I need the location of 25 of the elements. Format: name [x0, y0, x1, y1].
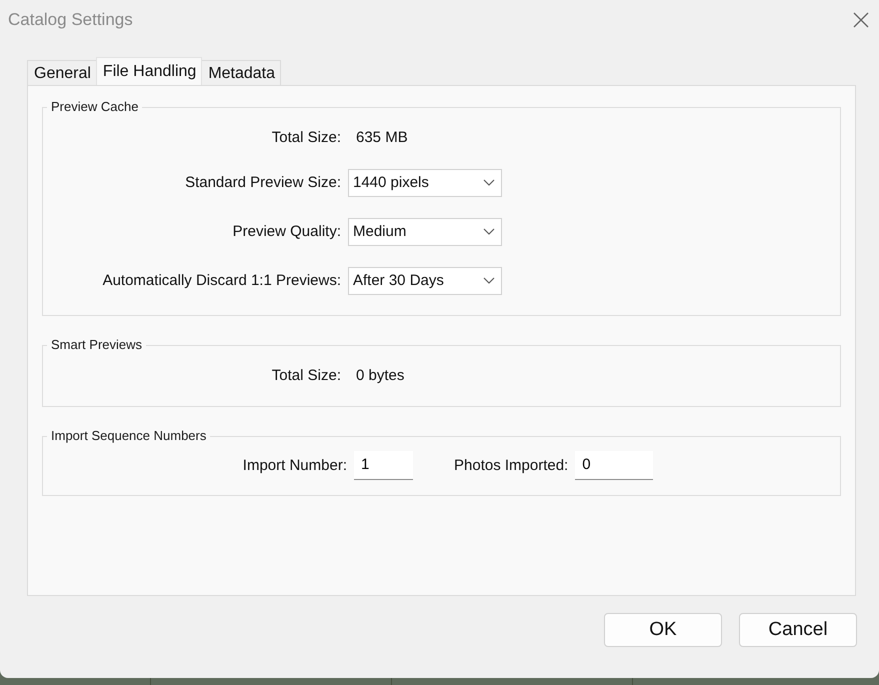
dialog-button[interactable]: Cancel [739, 613, 857, 647]
chevron-down-icon [483, 228, 495, 235]
field-label: Standard Preview Size: [184, 174, 341, 191]
tab[interactable]: General [27, 60, 97, 85]
tab[interactable]: Metadata [201, 60, 282, 85]
value-text: 635 MB [355, 128, 409, 146]
group-title: Import Sequence Numbers [47, 428, 210, 444]
window-title: Catalog Settings [8, 10, 133, 30]
dialog-button[interactable]: OK [604, 613, 722, 647]
tab[interactable]: File Handling [96, 57, 202, 85]
dropdown[interactable]: 1440 pixels [348, 168, 502, 196]
field-label: Automatically Discard 1:1 Previews: [102, 272, 341, 289]
dropdown[interactable]: After 30 Days [348, 266, 502, 294]
value-text: 0 bytes [355, 366, 406, 384]
field-label: Preview Quality: [232, 223, 341, 240]
input-field[interactable]: 0 [575, 450, 654, 480]
field-label: Total Size: [270, 366, 341, 384]
dropdown[interactable]: Medium [348, 218, 502, 246]
chevron-down-icon [483, 179, 495, 186]
close-icon[interactable] [853, 12, 869, 28]
field-label: Import Number: [242, 456, 347, 474]
field-label: Total Size: [270, 128, 341, 146]
input-field[interactable]: 1 [354, 450, 413, 480]
chevron-down-icon [483, 277, 495, 284]
field-label: Photos Imported: [454, 456, 568, 474]
